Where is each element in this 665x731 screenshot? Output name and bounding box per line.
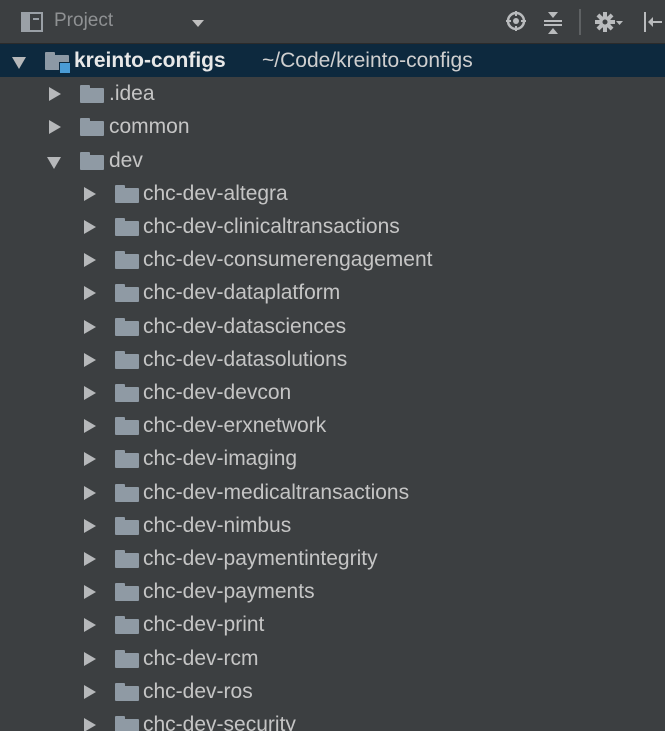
tree-row[interactable]: chc-dev-devcon	[0, 376, 665, 409]
folder-name: chc-dev-print	[143, 613, 265, 637]
expand-arrow-right-icon[interactable]	[80, 642, 100, 675]
folder-name: chc-dev-imaging	[143, 447, 298, 471]
project-panel-header: Project	[0, 0, 665, 44]
root-folder-path: ~/Code/kreinto-configs	[262, 49, 473, 72]
expand-arrow-right-icon[interactable]	[80, 376, 100, 409]
folder-name: chc-dev-payments	[143, 580, 315, 604]
expand-arrow-right-icon[interactable]	[80, 675, 100, 708]
tree-root-row[interactable]: kreinto-configs ~/Code/kreinto-configs	[0, 44, 665, 77]
expand-arrow-right-icon[interactable]	[80, 310, 100, 343]
expand-arrow-right-icon[interactable]	[80, 442, 100, 475]
locate-icon[interactable]	[505, 10, 527, 32]
folder-name: chc-dev-rcm	[143, 646, 259, 670]
project-tree[interactable]: kreinto-configs ~/Code/kreinto-configs .id…	[0, 44, 665, 731]
folder-name: chc-dev-devcon	[143, 381, 292, 404]
tree-row[interactable]: dev	[0, 144, 665, 177]
root-folder-name: kreinto-configs	[74, 49, 226, 72]
tree-row[interactable]: chc-dev-security	[0, 708, 665, 731]
folder-name: common	[109, 115, 190, 139]
folder-name: chc-dev-ros	[143, 679, 253, 703]
folder-icon	[115, 516, 139, 535]
expand-arrow-right-icon[interactable]	[80, 343, 100, 376]
expand-arrow-right-icon[interactable]	[80, 476, 100, 509]
expand-arrow-right-icon[interactable]	[80, 708, 100, 731]
tree-row[interactable]: chc-dev-datasciences	[0, 310, 665, 343]
folder-name: chc-dev-erxnetwork	[143, 414, 327, 438]
tree-row[interactable]: chc-dev-paymentintegrity	[0, 542, 665, 575]
folder-name: dev	[109, 148, 143, 172]
collapse-all-icon[interactable]	[542, 10, 564, 34]
expand-arrow-down-icon[interactable]	[10, 44, 30, 77]
folder-name: chc-dev-altegra	[143, 181, 288, 205]
folder-name: chc-dev-dataplatform	[143, 281, 341, 305]
expand-arrow-right-icon[interactable]	[80, 575, 100, 608]
folder-icon	[115, 450, 139, 469]
toolbar-separator	[579, 9, 581, 35]
folder-name: .idea	[109, 82, 155, 106]
tree-row[interactable]: chc-dev-medicaltransactions	[0, 476, 665, 509]
folder-icon	[115, 417, 139, 436]
folder-icon	[115, 218, 139, 236]
folder-icon	[115, 649, 139, 668]
folder-icon	[115, 184, 139, 203]
tree-row[interactable]: chc-dev-print	[0, 608, 665, 641]
folder-icon	[80, 151, 104, 170]
folder-name: chc-dev-datasolutions	[143, 347, 348, 371]
folder-icon	[115, 583, 139, 602]
tree-row[interactable]: chc-dev-payments	[0, 575, 665, 608]
module-folder-icon	[45, 52, 71, 74]
panel-title[interactable]: Project	[54, 10, 113, 32]
expand-arrow-right-icon[interactable]	[80, 542, 100, 575]
folder-icon	[80, 118, 104, 137]
folder-icon	[115, 550, 139, 568]
folder-icon	[115, 251, 139, 270]
view-dropdown-icon[interactable]	[192, 20, 204, 27]
folder-name: chc-dev-datasciences	[143, 314, 347, 338]
folder-name: chc-dev-clinicaltransactions	[143, 215, 400, 238]
expand-arrow-right-icon[interactable]	[80, 243, 100, 276]
tree-row[interactable]: chc-dev-imaging	[0, 442, 665, 475]
folder-icon	[115, 483, 139, 502]
expand-arrow-right-icon[interactable]	[45, 110, 65, 143]
folder-name: chc-dev-nimbus	[143, 513, 292, 537]
folder-icon	[115, 350, 139, 369]
tree-row[interactable]: chc-dev-erxnetwork	[0, 409, 665, 442]
hide-panel-icon[interactable]	[642, 10, 664, 34]
expand-arrow-right-icon[interactable]	[80, 409, 100, 442]
tree-row[interactable]: chc-dev-altegra	[0, 177, 665, 210]
expand-arrow-right-icon[interactable]	[80, 509, 100, 542]
tree-row[interactable]: chc-dev-consumerengagement	[0, 243, 665, 276]
tree-row[interactable]: chc-dev-rcm	[0, 642, 665, 675]
folder-icon	[80, 85, 104, 104]
tree-row[interactable]: common	[0, 110, 665, 143]
folder-name: chc-dev-security	[143, 713, 296, 731]
folder-icon	[115, 616, 139, 635]
folder-icon	[115, 716, 139, 731]
expand-arrow-right-icon[interactable]	[80, 608, 100, 641]
expand-arrow-right-icon[interactable]	[80, 177, 100, 210]
folder-name: chc-dev-medicaltransactions	[143, 480, 410, 504]
expand-arrow-down-icon[interactable]	[45, 144, 65, 177]
expand-arrow-right-icon[interactable]	[80, 210, 100, 243]
expand-arrow-right-icon[interactable]	[80, 276, 100, 309]
folder-icon	[115, 682, 139, 701]
tree-row[interactable]: chc-dev-dataplatform	[0, 276, 665, 309]
expand-arrow-right-icon[interactable]	[45, 77, 65, 110]
settings-icon[interactable]	[594, 10, 624, 34]
folder-icon	[115, 384, 139, 402]
project-view-icon[interactable]	[21, 12, 43, 32]
folder-name: chc-dev-consumerengagement	[143, 248, 433, 272]
tree-row[interactable]: chc-dev-nimbus	[0, 509, 665, 542]
tree-row[interactable]: .idea	[0, 77, 665, 110]
tree-row[interactable]: chc-dev-clinicaltransactions	[0, 210, 665, 243]
folder-icon	[115, 317, 139, 336]
folder-icon	[115, 284, 139, 303]
tree-row[interactable]: chc-dev-datasolutions	[0, 343, 665, 376]
folder-name: chc-dev-paymentintegrity	[143, 547, 378, 570]
tree-row[interactable]: chc-dev-ros	[0, 675, 665, 708]
